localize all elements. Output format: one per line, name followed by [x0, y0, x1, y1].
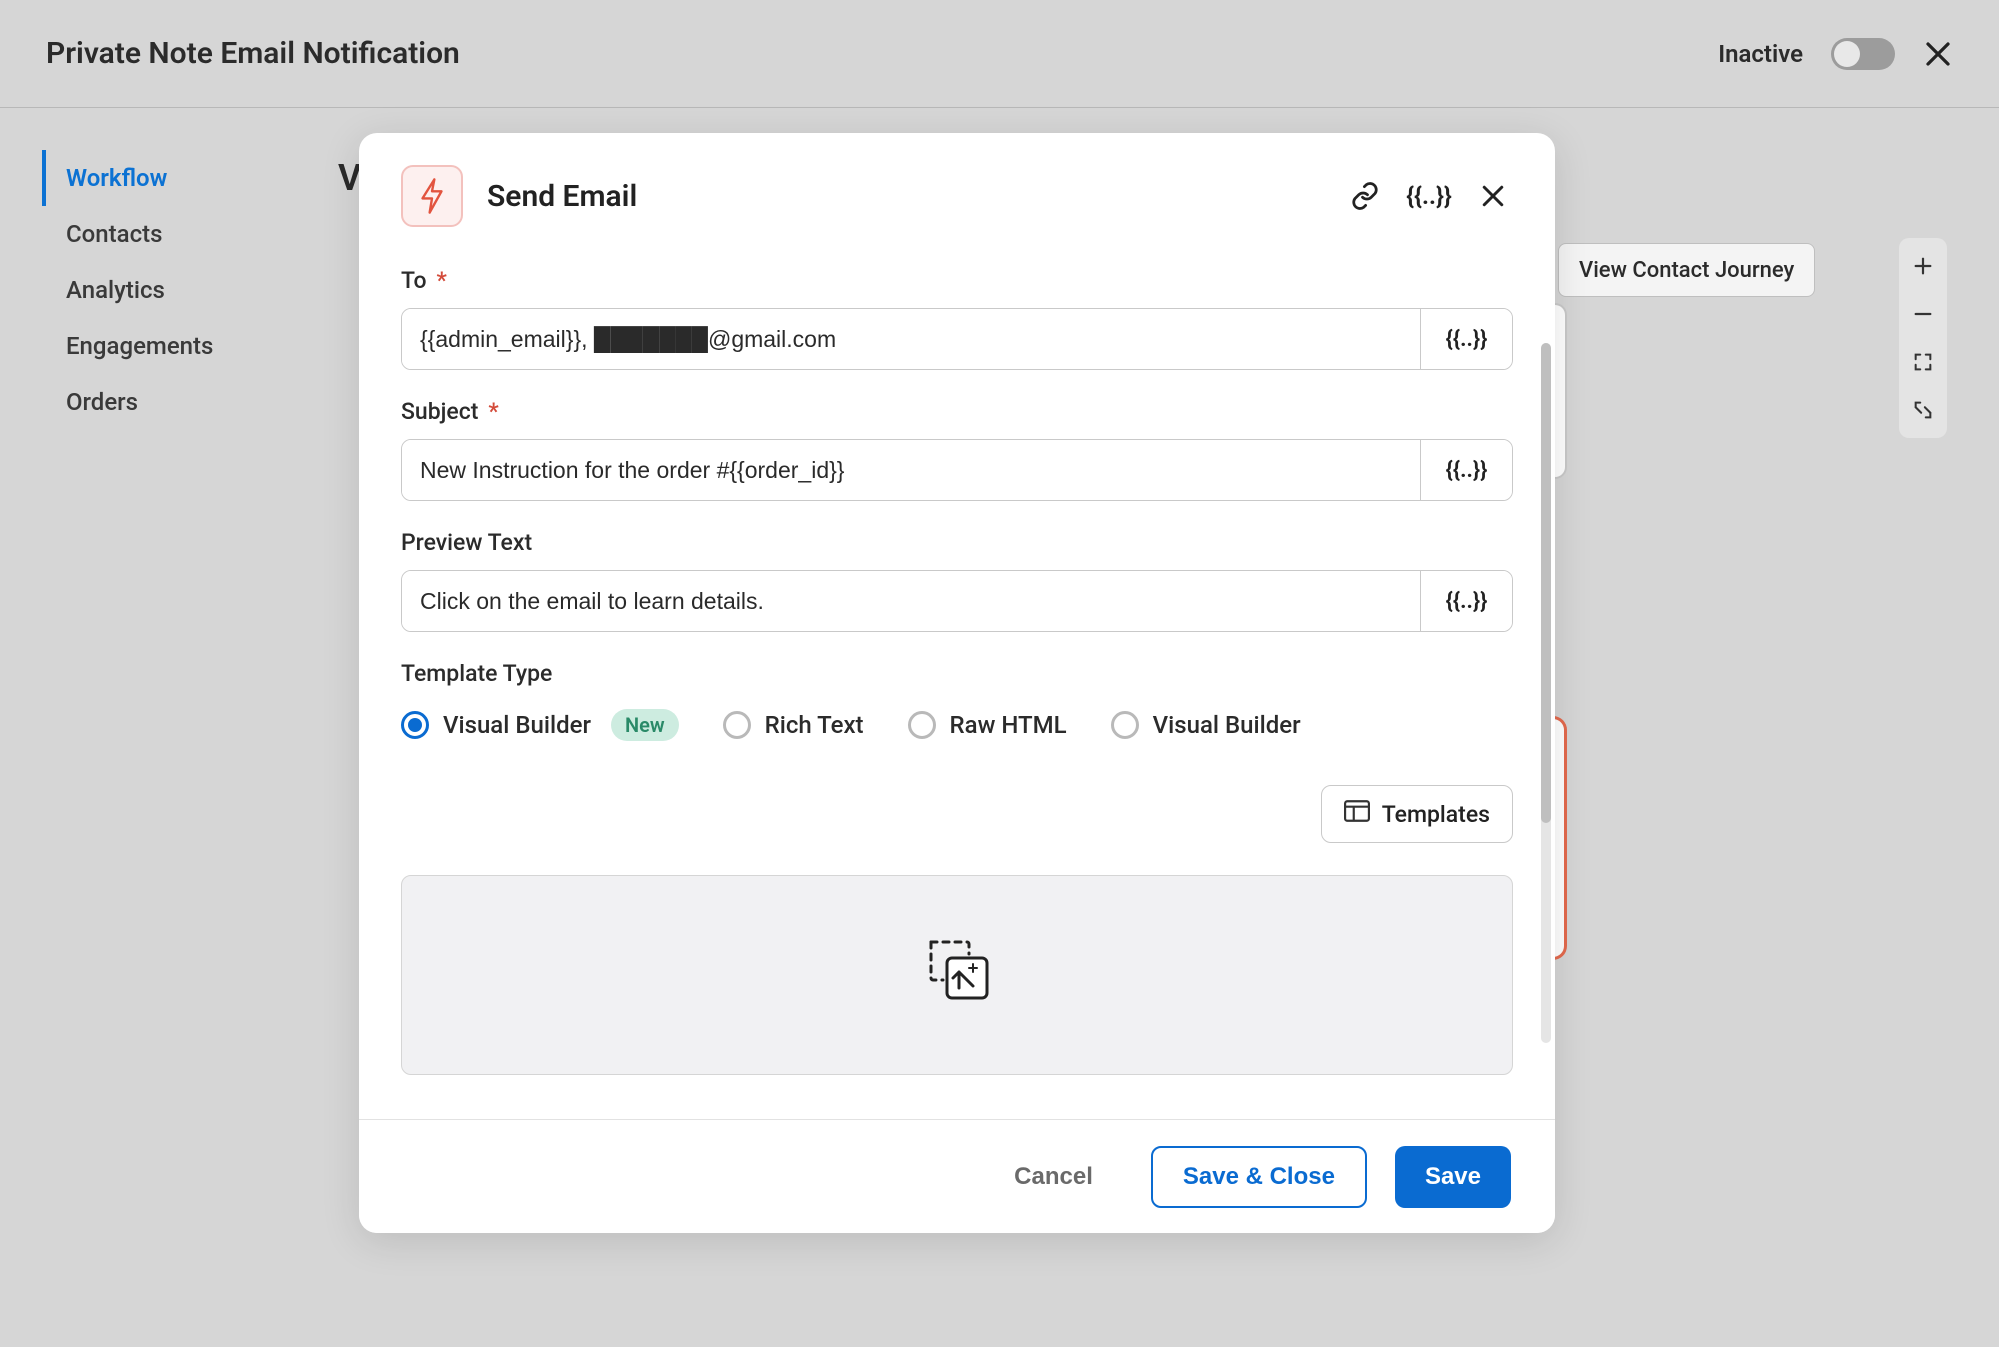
to-field-group: To * {{..}}	[401, 267, 1513, 370]
canvas-partial-heading: V	[338, 157, 361, 199]
templates-label: Templates	[1382, 801, 1490, 828]
bolt-icon	[401, 165, 463, 227]
view-contact-journey-button[interactable]: View Contact Journey	[1558, 243, 1815, 297]
sidebar-item-label: Workflow	[66, 164, 167, 192]
radio-circle-icon	[401, 711, 429, 739]
fit-screen-button[interactable]	[1899, 338, 1947, 386]
background-card-edge-active	[1553, 716, 1567, 960]
radio-circle-icon	[908, 711, 936, 739]
subject-input-row: {{..}}	[401, 439, 1513, 501]
radio-rich-text[interactable]: Rich Text	[723, 711, 864, 739]
template-type-radio-row: Visual Builder New Rich Text Raw HTML Vi…	[401, 709, 1513, 741]
templates-button[interactable]: Templates	[1321, 785, 1513, 843]
sidebar-item-label: Orders	[66, 388, 138, 416]
modal-scrollbar[interactable]	[1541, 343, 1551, 1043]
preview-field-group: Preview Text {{..}}	[401, 529, 1513, 632]
radio-label: Visual Builder	[443, 711, 591, 739]
radio-visual-builder-new[interactable]: Visual Builder New	[401, 709, 679, 741]
zoom-controls	[1899, 238, 1947, 438]
radio-visual-builder[interactable]: Visual Builder	[1111, 711, 1301, 739]
top-bar: Private Note Email Notification Inactive	[0, 0, 1999, 108]
page-title: Private Note Email Notification	[46, 36, 1718, 71]
preview-input-row: {{..}}	[401, 570, 1513, 632]
status-label: Inactive	[1718, 40, 1803, 68]
preview-label: Preview Text	[401, 529, 1513, 556]
zoom-in-button[interactable]	[1899, 242, 1947, 290]
merge-tags-icon[interactable]: {{..}}	[1409, 176, 1449, 216]
template-dropzone[interactable]	[401, 875, 1513, 1075]
modal-body: To * {{..}} Subject *	[359, 253, 1555, 1119]
save-button[interactable]: Save	[1395, 1146, 1511, 1208]
radio-label: Visual Builder	[1153, 711, 1301, 739]
new-badge: New	[611, 709, 679, 741]
view-journey-label: View Contact Journey	[1579, 258, 1794, 283]
templates-button-row: Templates	[401, 785, 1513, 843]
radio-circle-icon	[1111, 711, 1139, 739]
sidebar-item-label: Engagements	[66, 332, 213, 360]
toggle-knob	[1834, 41, 1860, 67]
radio-circle-icon	[723, 711, 751, 739]
modal-close-icon[interactable]	[1473, 176, 1513, 216]
sidebar-item-label: Contacts	[66, 220, 162, 248]
scrollbar-thumb[interactable]	[1541, 343, 1551, 823]
cancel-button[interactable]: Cancel	[984, 1146, 1123, 1208]
subject-merge-tag-button[interactable]: {{..}}	[1420, 440, 1512, 500]
sidebar: Workflow Contacts Analytics Engagements …	[42, 150, 262, 430]
background-card-edge	[1553, 303, 1567, 479]
radio-label: Raw HTML	[950, 711, 1067, 739]
required-star: *	[437, 267, 447, 294]
zoom-out-button[interactable]	[1899, 290, 1947, 338]
radio-raw-html[interactable]: Raw HTML	[908, 711, 1067, 739]
save-and-close-button[interactable]: Save & Close	[1151, 1146, 1367, 1208]
page-close-icon[interactable]	[1923, 39, 1953, 69]
templates-icon	[1344, 800, 1370, 828]
preview-input[interactable]	[402, 571, 1420, 631]
modal-header: Send Email {{..}}	[359, 133, 1555, 253]
dropzone-select-icon	[921, 936, 993, 1006]
sidebar-item-analytics[interactable]: Analytics	[42, 262, 262, 318]
required-star: *	[488, 398, 498, 425]
modal-title: Send Email	[487, 179, 1321, 214]
subject-label: Subject *	[401, 398, 1513, 425]
fullscreen-button[interactable]	[1899, 386, 1947, 434]
sidebar-item-orders[interactable]: Orders	[42, 374, 262, 430]
to-input[interactable]	[402, 309, 1420, 369]
to-merge-tag-button[interactable]: {{..}}	[1420, 309, 1512, 369]
sidebar-item-contacts[interactable]: Contacts	[42, 206, 262, 262]
top-right-controls: Inactive	[1718, 38, 1953, 70]
sidebar-item-engagements[interactable]: Engagements	[42, 318, 262, 374]
sidebar-item-workflow[interactable]: Workflow	[42, 150, 262, 206]
sidebar-item-label: Analytics	[66, 276, 165, 304]
preview-merge-tag-button[interactable]: {{..}}	[1420, 571, 1512, 631]
status-toggle[interactable]	[1831, 38, 1895, 70]
subject-input[interactable]	[402, 440, 1420, 500]
to-label: To *	[401, 267, 1513, 294]
link-icon[interactable]	[1345, 176, 1385, 216]
modal-footer: Cancel Save & Close Save	[359, 1119, 1555, 1233]
template-type-group: Template Type Visual Builder New Rich Te…	[401, 660, 1513, 741]
radio-label: Rich Text	[765, 711, 864, 739]
to-input-row: {{..}}	[401, 308, 1513, 370]
template-type-label: Template Type	[401, 660, 1513, 687]
send-email-modal: Send Email {{..}}	[359, 133, 1555, 1233]
subject-field-group: Subject * {{..}}	[401, 398, 1513, 501]
